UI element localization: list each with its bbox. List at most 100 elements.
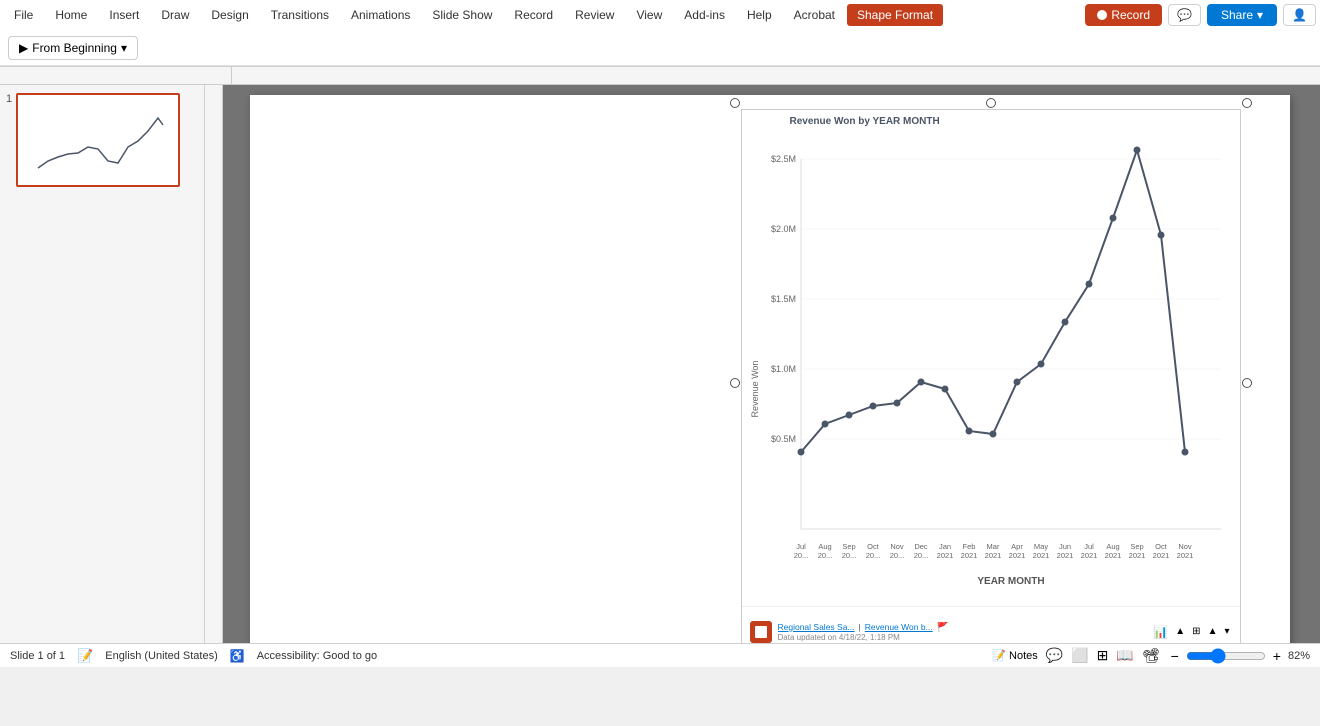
menu-transitions[interactable]: Transitions bbox=[261, 4, 339, 26]
svg-text:2021: 2021 bbox=[960, 551, 977, 560]
handle-top-right[interactable] bbox=[1242, 98, 1252, 108]
presenter-view-button[interactable]: 📽 bbox=[1142, 647, 1160, 664]
notes-button[interactable]: 📝 Notes bbox=[992, 649, 1037, 662]
menu-animations[interactable]: Animations bbox=[341, 4, 420, 26]
slide-thumb-content bbox=[18, 95, 178, 185]
notes-label: Notes bbox=[1009, 650, 1038, 662]
handle-top-center[interactable] bbox=[986, 98, 996, 108]
menu-slideshow[interactable]: Slide Show bbox=[422, 4, 502, 26]
svg-text:2021: 2021 bbox=[1104, 551, 1121, 560]
chart-grid-button[interactable]: ⊞ bbox=[1190, 624, 1202, 639]
record-button[interactable]: Record bbox=[1085, 4, 1162, 26]
svg-text:May: May bbox=[1033, 542, 1047, 551]
chart-line bbox=[801, 150, 1185, 452]
svg-text:Feb: Feb bbox=[962, 542, 975, 551]
zoom-out-button[interactable]: − bbox=[1168, 648, 1182, 664]
svg-text:2021: 2021 bbox=[1152, 551, 1169, 560]
slide-thumbnail[interactable] bbox=[16, 93, 180, 187]
data-point bbox=[1085, 281, 1092, 288]
menu-addins[interactable]: Add-ins bbox=[674, 4, 735, 26]
menu-view[interactable]: View bbox=[626, 4, 672, 26]
svg-text:$1.5M: $1.5M bbox=[770, 294, 795, 304]
svg-text:2021: 2021 bbox=[1008, 551, 1025, 560]
handle-top-left[interactable] bbox=[730, 98, 740, 108]
status-bar-right: 📝 Notes 💬 ⬜ ⊞ 📖 📽 − + 82% bbox=[992, 647, 1310, 664]
svg-text:20...: 20... bbox=[913, 551, 928, 560]
spell-check-icon: 📝 bbox=[77, 648, 93, 664]
menu-acrobat[interactable]: Acrobat bbox=[784, 4, 845, 26]
svg-text:$2.5M: $2.5M bbox=[770, 154, 795, 164]
svg-text:$0.5M: $0.5M bbox=[770, 434, 795, 444]
profile-button[interactable]: 👤 bbox=[1283, 4, 1316, 26]
svg-text:YEAR MONTH: YEAR MONTH bbox=[977, 576, 1044, 587]
record-btn-label: Record bbox=[1111, 8, 1150, 22]
svg-text:Sep: Sep bbox=[1130, 542, 1143, 551]
menu-file[interactable]: File bbox=[4, 4, 43, 26]
svg-text:Apr: Apr bbox=[1011, 542, 1023, 551]
record-circle-icon bbox=[1097, 10, 1107, 20]
from-beginning-label: From Beginning bbox=[32, 41, 117, 55]
chart-footer: Regional Sales Sa... | Revenue Won b... … bbox=[742, 606, 1240, 643]
menu-design[interactable]: Design bbox=[201, 4, 258, 26]
language: English (United States) bbox=[105, 650, 218, 662]
from-beginning-button[interactable]: ▶ From Beginning ▾ bbox=[8, 36, 138, 60]
svg-text:2021: 2021 bbox=[984, 551, 1001, 560]
zoom-slider[interactable] bbox=[1186, 648, 1266, 664]
svg-text:Jun: Jun bbox=[1058, 542, 1070, 551]
chevron-down-icon: ▾ bbox=[1257, 8, 1263, 22]
svg-text:Jul: Jul bbox=[1084, 542, 1094, 551]
svg-text:2021: 2021 bbox=[1056, 551, 1073, 560]
data-point bbox=[917, 379, 924, 386]
svg-text:Nov: Nov bbox=[1178, 542, 1192, 551]
svg-text:20...: 20... bbox=[889, 551, 904, 560]
comments-panel-button[interactable]: 💬 bbox=[1046, 647, 1063, 664]
footer-flag-icon: 🚩 bbox=[937, 622, 949, 633]
main-area: 1 bbox=[0, 85, 1320, 643]
chart-more-button[interactable]: ▲ bbox=[1206, 624, 1220, 639]
menu-help[interactable]: Help bbox=[737, 4, 782, 26]
chart-selection-container[interactable]: Revenue Won by YEAR MONTH Revenue Won bbox=[735, 103, 1247, 643]
data-point bbox=[1133, 147, 1140, 154]
svg-text:Oct: Oct bbox=[867, 542, 880, 551]
data-point bbox=[845, 412, 852, 419]
thumbnail-chart bbox=[28, 103, 168, 178]
svg-text:Aug: Aug bbox=[1106, 542, 1119, 551]
menu-home[interactable]: Home bbox=[45, 4, 97, 26]
zoom-control: − + 82% bbox=[1168, 648, 1310, 664]
measure-link[interactable]: Revenue Won b... bbox=[865, 622, 933, 632]
svg-text:Oct: Oct bbox=[1155, 542, 1168, 551]
status-bar: Slide 1 of 1 📝 English (United States) ♿… bbox=[0, 643, 1320, 667]
svg-text:Aug: Aug bbox=[818, 542, 831, 551]
accessibility-status: Accessibility: Good to go bbox=[257, 650, 377, 662]
menu-draw[interactable]: Draw bbox=[151, 4, 199, 26]
svg-text:2021: 2021 bbox=[1176, 551, 1193, 560]
chart-collapse-button[interactable]: ▾ bbox=[1222, 624, 1231, 639]
svg-text:2021: 2021 bbox=[1128, 551, 1145, 560]
data-point bbox=[965, 428, 972, 435]
handle-mid-right[interactable] bbox=[1242, 378, 1252, 388]
data-point bbox=[941, 386, 948, 393]
data-point bbox=[1037, 361, 1044, 368]
slide-info: Slide 1 of 1 bbox=[10, 650, 65, 662]
canvas-area: Revenue Won by YEAR MONTH Revenue Won bbox=[205, 85, 1320, 643]
ruler-vertical bbox=[205, 85, 223, 643]
ruler-corner bbox=[0, 67, 232, 84]
menu-shapeformat[interactable]: Shape Format bbox=[847, 4, 943, 26]
menu-record[interactable]: Record bbox=[504, 4, 563, 26]
svg-text:$2.0M: $2.0M bbox=[770, 224, 795, 234]
reading-view-button[interactable]: 📖 bbox=[1116, 647, 1133, 664]
comment-button[interactable]: 💬 bbox=[1168, 4, 1201, 26]
slide-sorter-button[interactable]: ⊞ bbox=[1097, 647, 1109, 664]
chart-icon-button[interactable]: 📊 bbox=[1151, 623, 1170, 641]
zoom-in-button[interactable]: + bbox=[1270, 648, 1284, 664]
handle-mid-left[interactable] bbox=[730, 378, 740, 388]
share-button[interactable]: Share ▾ bbox=[1207, 4, 1277, 26]
menu-insert[interactable]: Insert bbox=[99, 4, 149, 26]
slides-panel: 1 bbox=[0, 85, 205, 643]
source-link[interactable]: Regional Sales Sa... bbox=[778, 622, 855, 632]
menu-review[interactable]: Review bbox=[565, 4, 624, 26]
svg-text:20...: 20... bbox=[817, 551, 832, 560]
share-btn-label: Share bbox=[1221, 8, 1253, 22]
normal-view-button[interactable]: ⬜ bbox=[1071, 647, 1088, 664]
chart-expand-button[interactable]: ▲ bbox=[1173, 624, 1187, 639]
